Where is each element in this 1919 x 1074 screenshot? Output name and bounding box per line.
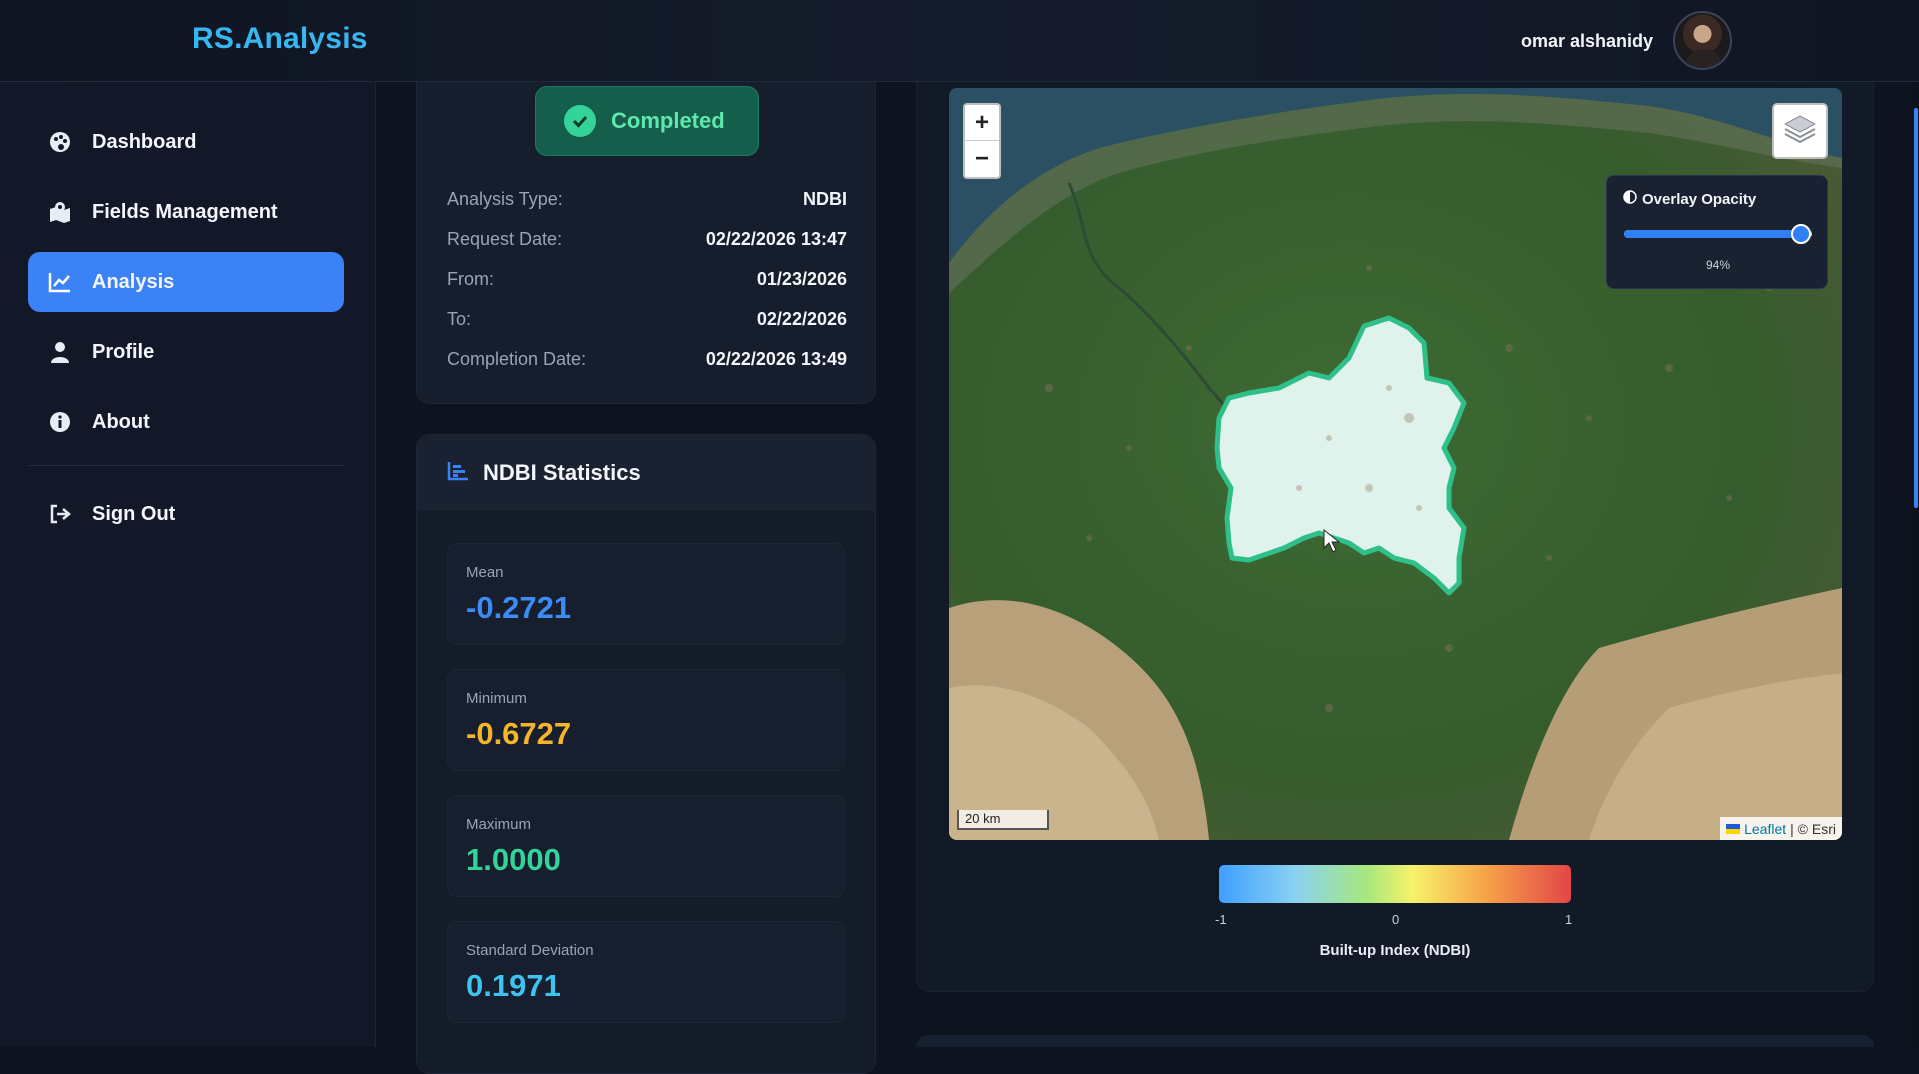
opacity-slider-thumb[interactable] [1790,224,1811,244]
palette-icon [48,130,72,154]
opacity-slider[interactable] [1624,224,1812,244]
layers-icon [1783,114,1817,149]
status-text: Completed [611,108,725,133]
info-label: Analysis Type: [447,188,563,209]
check-circle-icon [564,105,596,137]
stat-label: Minimum [466,690,527,707]
next-card-edge [916,1035,1874,1047]
chart-line-icon [48,270,72,294]
info-row-from: From: 01/23/2026 [447,264,847,294]
legend-title: Built-up Index (NDBI) [1319,942,1471,959]
sidebar-item-profile[interactable]: Profile [28,322,344,382]
top-bar: RS.Analysis omar alshanidy [0,0,1919,82]
sidebar-item-label: Analysis [92,270,175,293]
opacity-slider-fill [1624,230,1801,238]
stat-value: 1.0000 [466,842,561,877]
legend-tick-mid: 0 [1392,912,1400,927]
user-name[interactable]: omar alshanidy [1521,31,1653,52]
info-value: 02/22/2026 [756,308,847,329]
zoom-control: + − [963,103,1001,179]
stat-maximum: Maximum 1.0000 [447,795,845,897]
sidebar-item-label: About [92,410,150,433]
scale-bar: 20 km [957,810,1049,830]
info-row-request-date: Request Date: 02/22/2026 13:47 [447,224,847,254]
stat-label: Maximum [466,816,532,833]
info-value: 01/23/2026 [756,268,847,289]
sidebar-item-about[interactable]: About [28,392,344,452]
zoom-in-button[interactable]: + [965,105,999,141]
info-label: To: [447,308,472,329]
chart-bar-icon [447,461,469,486]
opacity-title-label: Overlay Opacity [1642,190,1757,208]
sign-out-button[interactable]: Sign Out [28,484,344,544]
info-row-analysis-type: Analysis Type: NDBI [447,184,847,214]
avatar[interactable] [1673,11,1732,70]
scrollbar-thumb[interactable] [1914,108,1918,508]
brand-logo[interactable]: RS.Analysis [192,22,368,56]
analysis-info-card: Completed Analysis Type: NDBI Request Da… [416,82,876,404]
sign-out-icon [48,502,72,526]
avatar-body [1685,49,1722,68]
leaflet-link[interactable]: Leaflet [1744,821,1786,837]
sidebar-item-label: Fields Management [92,200,278,223]
stat-label: Standard Deviation [466,942,594,959]
info-label: Completion Date: [447,348,587,369]
map-attribution: Leaflet | © Esri [1720,817,1842,840]
flag-icon [1726,823,1741,834]
attribution-text: | © Esri [1790,820,1836,837]
sidebar-divider [28,465,344,466]
layers-button[interactable] [1772,103,1828,159]
stat-minimum: Minimum -0.6727 [447,669,845,771]
sidebar-item-label: Dashboard [92,130,197,153]
sidebar-item-analysis[interactable]: Analysis [28,252,344,312]
stat-label: Mean [466,564,504,581]
info-row-completion-date: Completion Date: 02/22/2026 13:49 [447,344,847,374]
status-badge: Completed [535,86,759,156]
opacity-title: Overlay Opacity [1623,190,1756,208]
overlay-opacity-panel: Overlay Opacity 94% [1606,175,1828,289]
stat-value: -0.2721 [466,590,572,625]
info-label: From: [447,268,494,289]
sidebar: Dashboard Fields Management Analysis Pro… [0,82,376,1047]
user-icon [48,340,72,364]
info-value: 02/22/2026 13:47 [705,228,847,249]
ndbi-color-scale [1219,865,1571,903]
stat-value: -0.6727 [466,716,572,751]
map-marker-icon [48,200,72,224]
satellite-map[interactable]: + − Overlay Opacity 94% 20 km Leaflet | … [949,88,1842,840]
info-label: Request Date: [447,228,563,249]
stat-mean: Mean -0.2721 [447,543,845,645]
stat-standard-deviation: Standard Deviation 0.1971 [447,921,845,1023]
stats-title: NDBI Statistics [483,460,641,485]
stat-value: 0.1971 [466,968,561,1003]
zoom-out-button[interactable]: − [965,141,999,177]
legend-tick-max: 1 [1565,912,1573,927]
ndbi-statistics-card: NDBI Statistics Mean -0.2721 Minimum -0.… [416,434,876,1074]
sidebar-item-dashboard[interactable]: Dashboard [28,112,344,172]
sidebar-item-label: Sign Out [92,502,176,525]
legend-tick-min: -1 [1215,912,1227,927]
stats-header: NDBI Statistics [417,435,875,511]
sidebar-item-label: Profile [92,340,155,363]
info-icon [48,410,72,434]
opacity-value: 94% [1705,258,1731,272]
info-row-to: To: 02/22/2026 [447,304,847,334]
sidebar-item-fields-management[interactable]: Fields Management [28,182,344,242]
info-value: NDBI [803,188,847,209]
info-value: 02/22/2026 13:49 [705,348,847,369]
half-circle-icon [1623,190,1637,208]
